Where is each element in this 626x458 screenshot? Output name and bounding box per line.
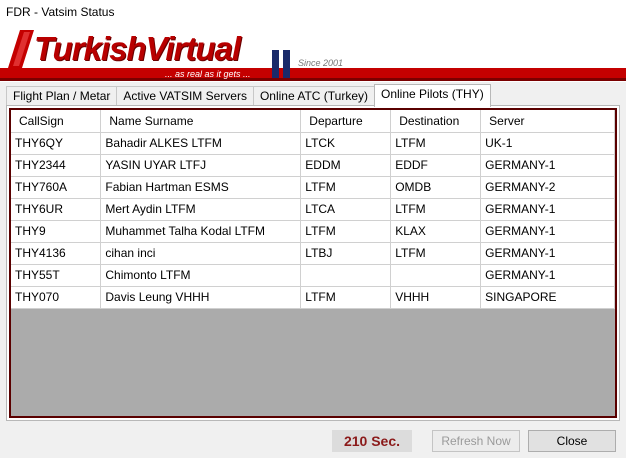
cell-callsign: THY070 <box>11 286 102 309</box>
header-row: CallSign Name Surname Departure Destinat… <box>11 110 615 133</box>
cell-server: GERMANY-1 <box>480 264 615 287</box>
cell-departure <box>300 264 392 287</box>
table-row[interactable]: THY55T Chimonto LTFM GERMANY-1 <box>11 264 615 287</box>
table-row[interactable]: THY070 Davis Leung VHHH LTFM VHHH SINGAP… <box>11 286 615 309</box>
cell-name: cihan inci <box>100 242 302 265</box>
cell-name: Chimonto LTFM <box>100 264 302 287</box>
cell-server: GERMANY-2 <box>480 176 615 199</box>
cell-callsign: THY4136 <box>11 242 102 265</box>
cell-callsign: THY760A <box>11 176 102 199</box>
tab-online-pilots-thy[interactable]: Online Pilots (THY) <box>374 84 491 107</box>
cell-destination: LTFM <box>390 198 482 221</box>
cell-callsign: THY6QY <box>11 132 102 155</box>
table-row[interactable]: THY760A Fabian Hartman ESMS LTFM OMDB GE… <box>11 176 615 199</box>
table-row[interactable]: THY6QY Bahadir ALKES LTFM LTCK LTFM UK-1 <box>11 132 615 155</box>
cell-server: UK-1 <box>480 132 615 155</box>
cell-departure: LTFM <box>300 220 392 243</box>
tab-active-vatsim-servers[interactable]: Active VATSIM Servers <box>116 86 254 107</box>
cell-destination <box>390 264 482 287</box>
cell-server: GERMANY-1 <box>480 198 615 221</box>
cell-server: GERMANY-1 <box>480 242 615 265</box>
cell-server: GERMANY-1 <box>480 154 615 177</box>
cell-destination: OMDB <box>390 176 482 199</box>
column-header-destination[interactable]: Destination <box>390 110 482 133</box>
footer-bar: 210 Sec. Refresh Now Close <box>0 422 626 458</box>
banner-stripe <box>0 68 626 78</box>
table-row[interactable]: THY9 Muhammet Talha Kodal LTFM LTFM KLAX… <box>11 220 615 243</box>
cell-departure: LTFM <box>300 176 392 199</box>
column-header-callsign[interactable]: CallSign <box>11 110 102 133</box>
online-pilots-panel: CallSign Name Surname Departure Destinat… <box>6 105 620 421</box>
window-title: FDR - Vatsim Status <box>6 5 115 19</box>
brand-banner: TurkishVirtual Since 2001 ... as real as… <box>0 24 626 82</box>
cell-server: GERMANY-1 <box>480 220 615 243</box>
banner-stripe-dark <box>0 78 626 81</box>
pilots-grid[interactable]: CallSign Name Surname Departure Destinat… <box>9 108 617 418</box>
tab-strip: Flight Plan / Metar Active VATSIM Server… <box>6 84 491 107</box>
cell-callsign: THY9 <box>11 220 102 243</box>
cell-departure: LTFM <box>300 286 392 309</box>
cell-destination: LTFM <box>390 242 482 265</box>
cell-name: YASIN UYAR LTFJ <box>100 154 302 177</box>
column-header-departure[interactable]: Departure <box>300 110 392 133</box>
pilots-table: CallSign Name Surname Departure Destinat… <box>11 110 615 309</box>
cell-departure: LTCA <box>300 198 392 221</box>
cell-name: Mert Aydin LTFM <box>100 198 302 221</box>
column-header-server[interactable]: Server <box>480 110 615 133</box>
refresh-countdown: 210 Sec. <box>332 430 412 452</box>
tagline-label: ... as real as it gets ... <box>165 69 251 79</box>
cell-departure: EDDM <box>300 154 392 177</box>
cell-name: Fabian Hartman ESMS <box>100 176 302 199</box>
cell-destination: LTFM <box>390 132 482 155</box>
title-bar: FDR - Vatsim Status <box>0 0 626 24</box>
cell-destination: VHHH <box>390 286 482 309</box>
tab-flight-plan-metar[interactable]: Flight Plan / Metar <box>6 86 118 107</box>
brand-logo-text: TurkishVirtual <box>34 30 241 67</box>
cell-callsign: THY2344 <box>11 154 102 177</box>
table-row[interactable]: THY4136 cihan inci LTBJ LTFM GERMANY-1 <box>11 242 615 265</box>
logo-slash-icon <box>8 30 34 68</box>
tab-online-atc-turkey[interactable]: Online ATC (Turkey) <box>252 86 375 107</box>
column-header-name-surname[interactable]: Name Surname <box>100 110 302 133</box>
cell-callsign: THY55T <box>11 264 102 287</box>
cell-server: SINGAPORE <box>480 286 615 309</box>
cell-departure: LTBJ <box>300 242 392 265</box>
refresh-now-button[interactable]: Refresh Now <box>432 430 520 452</box>
logo-bars-icon <box>272 50 290 78</box>
since-label: Since 2001 <box>298 58 344 68</box>
cell-name: Bahadir ALKES LTFM <box>100 132 302 155</box>
cell-name: Davis Leung VHHH <box>100 286 302 309</box>
table-row[interactable]: THY6UR Mert Aydin LTFM LTCA LTFM GERMANY… <box>11 198 615 221</box>
cell-name: Muhammet Talha Kodal LTFM <box>100 220 302 243</box>
cell-departure: LTCK <box>300 132 392 155</box>
cell-destination: KLAX <box>390 220 482 243</box>
close-button[interactable]: Close <box>528 430 616 452</box>
table-row[interactable]: THY2344 YASIN UYAR LTFJ EDDM EDDF GERMAN… <box>11 154 615 177</box>
cell-destination: EDDF <box>390 154 482 177</box>
cell-callsign: THY6UR <box>11 198 102 221</box>
